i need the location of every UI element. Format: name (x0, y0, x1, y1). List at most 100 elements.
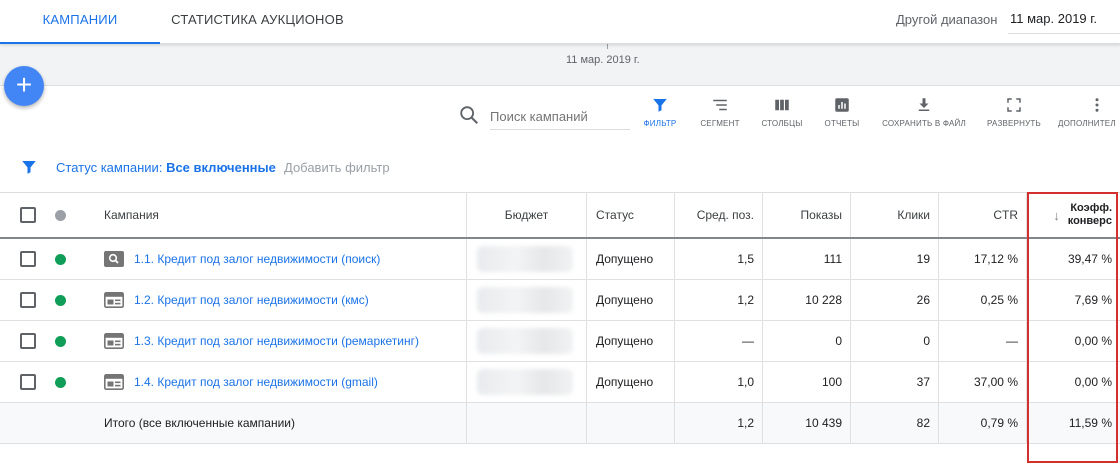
columns-button-label: СТОЛБЦЫ (761, 119, 803, 128)
budget-cell-redacted (466, 280, 586, 320)
search-campaigns-input[interactable] (490, 104, 630, 130)
campaign-link[interactable]: 1.3. Кредит под залог недвижимости (рема… (134, 334, 419, 348)
header-impressions[interactable]: Показы (762, 193, 850, 237)
clicks-cell: 26 (850, 280, 938, 320)
campaign-name-cell: 1.4. Кредит под залог недвижимости (gmai… (104, 362, 464, 402)
avg-position-cell: — (674, 321, 762, 361)
sort-down-icon: ↓ (1053, 207, 1060, 223)
avg-position-cell: 1,2 (674, 280, 762, 320)
date-range-label: Другой диапазон (896, 12, 998, 27)
header-campaign[interactable]: Кампания (104, 193, 464, 237)
more-button-label: ДОПОЛНИТЕЛ (1058, 119, 1116, 128)
download-button[interactable]: СОХРАНИТЬ В ФАЙЛ (878, 96, 970, 136)
top-tab-bar: КАМПАНИИ СТАТИСТИКА АУКЦИОНОВ Другой диа… (0, 0, 1120, 44)
display-campaign-icon (104, 292, 124, 308)
more-button[interactable]: ДОПОЛНИТЕЛ (1058, 96, 1120, 136)
row-checkbox[interactable] (20, 333, 36, 349)
filter-icon (653, 99, 667, 112)
add-campaign-button[interactable]: + (4, 66, 44, 106)
conversion-rate-cell: 0,00 % (1026, 321, 1120, 361)
ctr-cell: 37,00 % (938, 362, 1026, 402)
enabled-status-dot (55, 376, 66, 388)
segment-icon (713, 99, 727, 111)
impressions-cell: 10 228 (762, 280, 850, 320)
segment-button[interactable]: СЕГМЕНТ (696, 96, 744, 136)
status-dot-header (55, 193, 69, 237)
header-status[interactable]: Статус (586, 193, 674, 237)
campaign-name-cell: 1.2. Кредит под залог недвижимости (кмс) (104, 280, 464, 320)
row-status-cell (55, 239, 69, 279)
download-button-label: СОХРАНИТЬ В ФАЙЛ (882, 119, 966, 128)
reports-button[interactable]: ОТЧЕТЫ (820, 96, 864, 136)
ctr-cell: 0,25 % (938, 280, 1026, 320)
avg-position-cell: 1,5 (674, 239, 762, 279)
status-dot (55, 209, 66, 221)
ctr-cell: 17,12 % (938, 239, 1026, 279)
budget-cell-redacted (466, 321, 586, 361)
campaign-link[interactable]: 1.2. Кредит под залог недвижимости (кмс) (134, 293, 369, 307)
select-all-cell (20, 193, 38, 237)
status-cell: Допущено (586, 362, 674, 402)
add-filter-link[interactable]: Добавить фильтр (284, 160, 390, 175)
header-conversion-rate[interactable]: ↓ Коэфф. конверс (1026, 193, 1120, 237)
row-status-cell (55, 321, 69, 361)
row-checkbox-cell (20, 239, 38, 279)
table-row: 1.3. Кредит под залог недвижимости (рема… (0, 321, 1120, 362)
impressions-cell: 0 (762, 321, 850, 361)
total-label: Итого (все включенные кампании) (104, 416, 295, 430)
total-conversion-rate: 11,59 % (1026, 403, 1120, 443)
header-ctr[interactable]: CTR (938, 193, 1026, 237)
filter-button[interactable]: ФИЛЬТР (638, 96, 682, 136)
date-range-picker[interactable]: 11 мар. 2019 г. (1008, 10, 1120, 34)
expand-icon (1007, 98, 1021, 112)
row-checkbox[interactable] (20, 251, 36, 267)
table-row: 1.2. Кредит под залог недвижимости (кмс)… (0, 280, 1120, 321)
columns-button[interactable]: СТОЛБЦЫ (758, 96, 806, 136)
tab-campaigns[interactable]: КАМПАНИИ (0, 0, 160, 44)
total-budget-cell (466, 403, 586, 443)
conversion-rate-label-line2: конверс (1067, 215, 1112, 227)
clicks-cell: 19 (850, 239, 938, 279)
search-campaign-icon (104, 251, 124, 267)
active-filter-chip[interactable]: Статус кампании: Все включенные (56, 160, 276, 175)
expand-button-label: РАЗВЕРНУТЬ (987, 119, 1041, 128)
conversion-rate-label: Коэфф. конверс (1068, 202, 1112, 228)
filter-icon (22, 161, 36, 174)
row-checkbox-cell (20, 362, 38, 402)
search-icon[interactable] (458, 104, 480, 126)
filter-label: Статус кампании: (56, 160, 163, 175)
status-cell: Допущено (586, 239, 674, 279)
filter-bar: Статус кампании: Все включенные Добавить… (0, 150, 1120, 190)
expand-button[interactable]: РАЗВЕРНУТЬ (984, 96, 1044, 136)
impressions-cell: 111 (762, 239, 850, 279)
row-status-cell (55, 280, 69, 320)
campaign-name-cell: 1.1. Кредит под залог недвижимости (поис… (104, 239, 464, 279)
header-avg-position[interactable]: Сред. поз. (674, 193, 762, 237)
timeline-date: 11 мар. 2019 г. (566, 54, 640, 66)
select-all-checkbox[interactable] (20, 207, 36, 223)
reports-button-label: ОТЧЕТЫ (824, 119, 860, 128)
campaigns-table: Кампания Бюджет Статус Сред. поз. Показы… (0, 192, 1120, 444)
row-checkbox[interactable] (20, 374, 36, 390)
header-budget[interactable]: Бюджет (466, 193, 586, 237)
campaign-link[interactable]: 1.1. Кредит под залог недвижимости (поис… (134, 252, 380, 266)
table-total-row: Итого (все включенные кампании) 1,2 10 4… (0, 403, 1120, 444)
timeline-tick (607, 44, 608, 49)
tab-auction-insights[interactable]: СТАТИСТИКА АУКЦИОНОВ (170, 0, 345, 44)
filter-value: Все включенные (166, 160, 276, 175)
table-header-row: Кампания Бюджет Статус Сред. поз. Показы… (0, 193, 1120, 239)
columns-icon (775, 99, 789, 111)
total-avg-position: 1,2 (674, 403, 762, 443)
enabled-status-dot (55, 294, 66, 306)
conversion-rate-cell: 39,47 % (1026, 239, 1120, 279)
row-checkbox-cell (20, 280, 38, 320)
impressions-cell: 100 (762, 362, 850, 402)
campaign-link[interactable]: 1.4. Кредит под залог недвижимости (gmai… (134, 375, 378, 389)
header-clicks[interactable]: Клики (850, 193, 938, 237)
redacted-budget (477, 328, 573, 354)
total-ctr: 0,79 % (938, 403, 1026, 443)
table-row: 1.1. Кредит под залог недвижимости (поис… (0, 239, 1120, 280)
row-checkbox[interactable] (20, 292, 36, 308)
more-vert-icon (1095, 98, 1099, 112)
display-campaign-icon (104, 333, 124, 349)
